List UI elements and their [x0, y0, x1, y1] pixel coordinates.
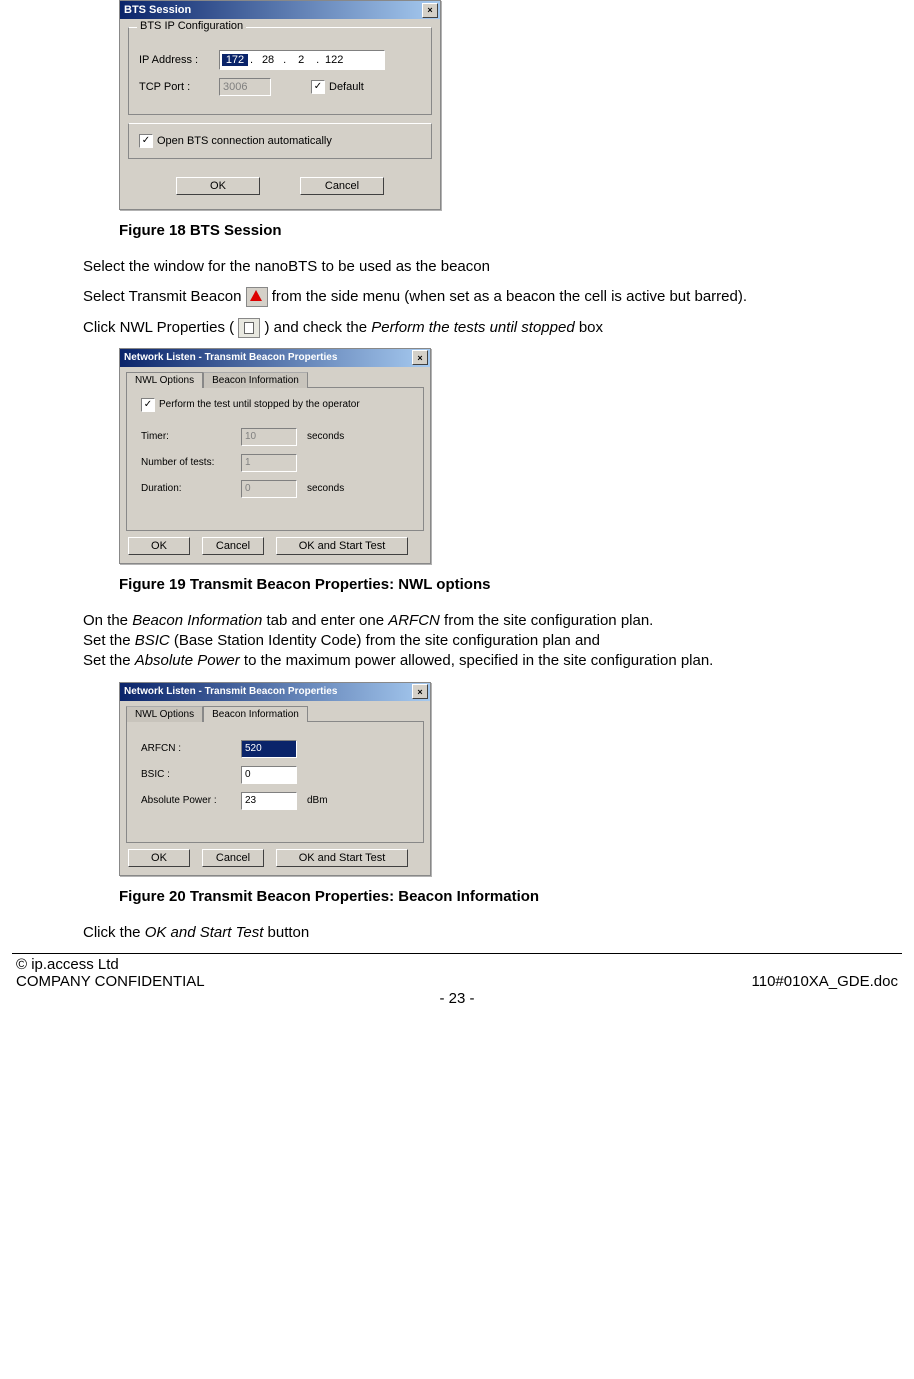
dialog-titlebar: Network Listen - Transmit Beacon Propert…: [120, 349, 430, 367]
open-connection-label: Open BTS connection automatically: [157, 135, 332, 147]
footer-rule: [12, 953, 902, 954]
ip-octet-2[interactable]: 28: [255, 54, 281, 66]
figure-19-caption: Figure 19 Transmit Beacon Properties: NW…: [119, 576, 886, 593]
ok-start-test-button[interactable]: OK and Start Test: [276, 537, 408, 555]
ip-octet-3[interactable]: 2: [288, 54, 314, 66]
tab-beacon-info[interactable]: Beacon Information: [203, 372, 308, 388]
paragraph: Select Transmit Beacon from the side men…: [83, 287, 886, 307]
ip-octet-4[interactable]: 122: [321, 54, 347, 66]
checkbox-icon: ✓: [139, 134, 153, 148]
absolute-power-input[interactable]: 23: [241, 792, 297, 810]
timer-label: Timer:: [141, 431, 241, 442]
tab-strip: NWL Options Beacon Information: [120, 701, 430, 721]
paragraph: Select the window for the nanoBTS to be …: [83, 257, 886, 277]
number-tests-input: 1: [241, 454, 297, 472]
ok-button[interactable]: OK: [128, 537, 190, 555]
tab-nwl-options[interactable]: NWL Options: [126, 706, 203, 722]
open-connection-checkbox[interactable]: ✓ Open BTS connection automatically: [139, 134, 332, 148]
paragraph: Click the OK and Start Test button: [83, 923, 886, 943]
tab-body: ✓ Perform the test until stopped by the …: [126, 387, 424, 531]
figure-20-caption: Figure 20 Transmit Beacon Properties: Be…: [119, 888, 886, 905]
ok-start-test-button[interactable]: OK and Start Test: [276, 849, 408, 867]
absolute-power-unit: dBm: [307, 795, 328, 806]
tab-nwl-options[interactable]: NWL Options: [126, 372, 203, 388]
nwl-properties-icon: [238, 318, 260, 338]
arfcn-input[interactable]: 520: [241, 740, 297, 758]
checkbox-icon: ✓: [141, 398, 155, 412]
ip-address-input[interactable]: 172. 28. 2. 122: [219, 50, 385, 70]
perform-label: Perform the test until stopped by the op…: [159, 399, 360, 410]
arfcn-label: ARFCN :: [141, 743, 241, 754]
dialog-title: Network Listen - Transmit Beacon Propert…: [124, 352, 337, 363]
footer-docname: 110#010XA_GDE.doc: [752, 973, 899, 990]
page-footer: © ip.access Ltd COMPANY CONFIDENTIAL 110…: [0, 956, 914, 1017]
beacon-info-dialog: Network Listen - Transmit Beacon Propert…: [119, 682, 431, 876]
close-icon[interactable]: ×: [422, 3, 438, 18]
absolute-power-label: Absolute Power :: [141, 795, 241, 806]
duration-input: 0: [241, 480, 297, 498]
duration-label: Duration:: [141, 483, 241, 494]
default-checkbox[interactable]: ✓ Default: [311, 80, 364, 94]
dialog-title: Network Listen - Transmit Beacon Propert…: [124, 686, 337, 697]
tab-strip: NWL Options Beacon Information: [120, 367, 430, 387]
cancel-button[interactable]: Cancel: [202, 849, 264, 867]
paragraph: Click NWL Properties ( ) and check the P…: [83, 318, 886, 338]
close-icon[interactable]: ×: [412, 684, 428, 699]
default-label: Default: [329, 81, 364, 93]
ip-octet-1[interactable]: 172: [222, 54, 248, 66]
group-legend: BTS IP Configuration: [137, 20, 246, 32]
bsic-label: BSIC :: [141, 769, 241, 780]
cancel-button[interactable]: Cancel: [202, 537, 264, 555]
duration-unit: seconds: [307, 483, 344, 494]
dialog-titlebar: Network Listen - Transmit Beacon Propert…: [120, 683, 430, 701]
footer-copyright: © ip.access Ltd: [16, 956, 898, 973]
footer-confidential: COMPANY CONFIDENTIAL: [16, 973, 205, 990]
paragraph: On the Beacon Information tab and enter …: [83, 611, 886, 672]
nwl-options-dialog: Network Listen - Transmit Beacon Propert…: [119, 348, 431, 564]
bsic-input[interactable]: 0: [241, 766, 297, 784]
dialog-titlebar: BTS Session ×: [120, 1, 440, 19]
checkbox-icon: ✓: [311, 80, 325, 94]
tcp-port-input: 3006: [219, 78, 271, 96]
timer-unit: seconds: [307, 431, 344, 442]
tab-body: ARFCN : 520 BSIC : 0 Absolute Power : 23…: [126, 721, 424, 843]
ip-address-label: IP Address :: [139, 54, 219, 66]
ok-button[interactable]: OK: [128, 849, 190, 867]
tab-beacon-info[interactable]: Beacon Information: [203, 706, 308, 722]
dialog-title: BTS Session: [124, 4, 191, 16]
transmit-beacon-icon: [246, 287, 268, 307]
ok-button[interactable]: OK: [176, 177, 260, 195]
number-tests-label: Number of tests:: [141, 457, 241, 468]
perform-until-stopped-checkbox[interactable]: ✓ Perform the test until stopped by the …: [141, 398, 360, 412]
figure-18-caption: Figure 18 BTS Session: [119, 222, 886, 239]
timer-input: 10: [241, 428, 297, 446]
ip-config-group: BTS IP Configuration IP Address : 172. 2…: [128, 27, 432, 115]
open-conn-group: ✓ Open BTS connection automatically: [128, 123, 432, 159]
bts-session-dialog: BTS Session × BTS IP Configuration IP Ad…: [119, 0, 441, 210]
cancel-button[interactable]: Cancel: [300, 177, 384, 195]
close-icon[interactable]: ×: [412, 350, 428, 365]
tcp-port-label: TCP Port :: [139, 81, 219, 93]
footer-page-number: - 23 -: [16, 990, 898, 1007]
